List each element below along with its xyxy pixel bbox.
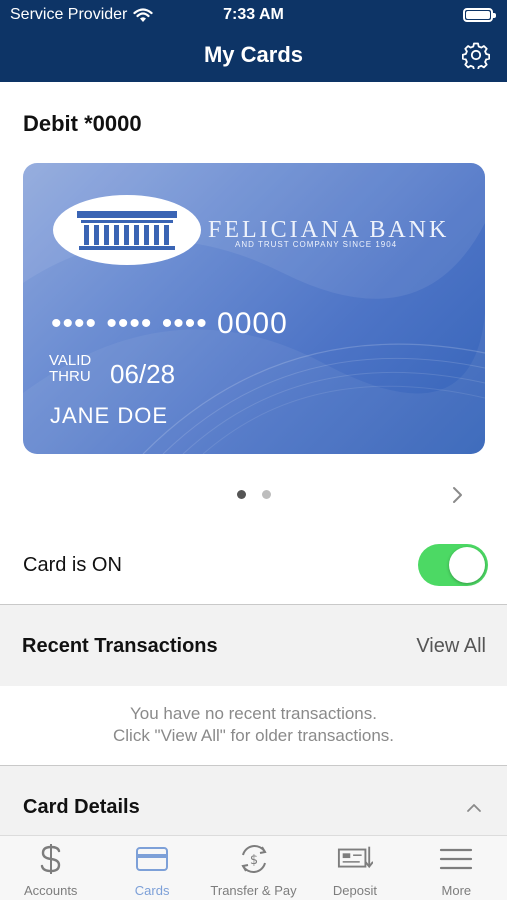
- card-expiry: 06/28: [110, 359, 176, 389]
- valid-thru-label: VALID THRU: [49, 353, 91, 385]
- tab-deposit[interactable]: Deposit: [304, 836, 405, 900]
- recent-transactions-header: Recent Transactions View All: [0, 605, 507, 686]
- tab-label: Deposit: [332, 883, 377, 898]
- battery-icon: [463, 8, 496, 22]
- gear-icon: [462, 42, 490, 69]
- bank-subtitle: AND TRUST COMPANY SINCE 1904: [235, 240, 398, 249]
- status-bar: Service Provider 7:33 AM: [0, 0, 507, 30]
- status-time: 7:33 AM: [223, 6, 284, 23]
- cardholder-name: JANE DOE: [50, 403, 169, 428]
- card-on-toggle[interactable]: [418, 544, 488, 586]
- card-details-header[interactable]: Card Details: [0, 766, 507, 836]
- svg-text:$: $: [249, 853, 257, 868]
- pager-dot-2[interactable]: [261, 490, 271, 499]
- tab-transfer-pay[interactable]: $ Transfer & Pay: [203, 836, 304, 900]
- card-pager[interactable]: [0, 490, 507, 499]
- empty-line-1: You have no recent transactions.: [130, 704, 377, 723]
- view-all-link[interactable]: View All: [416, 635, 486, 658]
- settings-button[interactable]: [461, 40, 491, 70]
- page-title: My Cards: [203, 42, 304, 67]
- tab-accounts[interactable]: Accounts: [0, 836, 101, 900]
- dollar-icon: [33, 842, 69, 876]
- tab-label: Transfer & Pay: [210, 883, 297, 898]
- menu-icon: [438, 842, 474, 876]
- card-heading: Debit *0000: [23, 111, 142, 136]
- tab-cards[interactable]: Cards: [101, 836, 202, 900]
- card-details-title: Card Details: [23, 796, 140, 818]
- card-toggle-row: Card is ON: [0, 536, 507, 604]
- card-icon: [134, 842, 170, 876]
- deposit-check-icon: [337, 842, 373, 876]
- tab-bar: Accounts Cards $ Transfer & Pay Deposit …: [0, 835, 507, 900]
- chevron-up-icon[interactable]: [466, 802, 482, 814]
- tab-label: Accounts: [23, 883, 78, 898]
- transfer-icon: $: [236, 842, 272, 876]
- pager-dot-1[interactable]: [236, 490, 246, 499]
- tab-more[interactable]: More: [406, 836, 507, 900]
- toggle-knob: [449, 547, 485, 583]
- card-toggle-label: Card is ON: [23, 554, 122, 576]
- bank-logo: [53, 195, 201, 265]
- bank-building-icon: [77, 211, 177, 250]
- tab-label: Cards: [134, 883, 170, 898]
- valid-label-line2: THRU: [49, 368, 91, 385]
- app-header: Service Provider 7:33 AM My Cards: [0, 0, 507, 82]
- card-number: •••• •••• •••• 0000: [51, 307, 288, 340]
- chevron-right-icon[interactable]: [449, 484, 467, 506]
- recent-transactions-title: Recent Transactions: [22, 635, 218, 657]
- tab-label: More: [441, 883, 472, 898]
- empty-line-2: Click "View All" for older transactions.: [112, 726, 395, 745]
- valid-label-line1: VALID: [49, 352, 92, 369]
- no-transactions-message: You have no recent transactions. Click "…: [0, 703, 507, 747]
- debit-card[interactable]: FELICIANA BANK AND TRUST COMPANY SINCE 1…: [23, 163, 485, 454]
